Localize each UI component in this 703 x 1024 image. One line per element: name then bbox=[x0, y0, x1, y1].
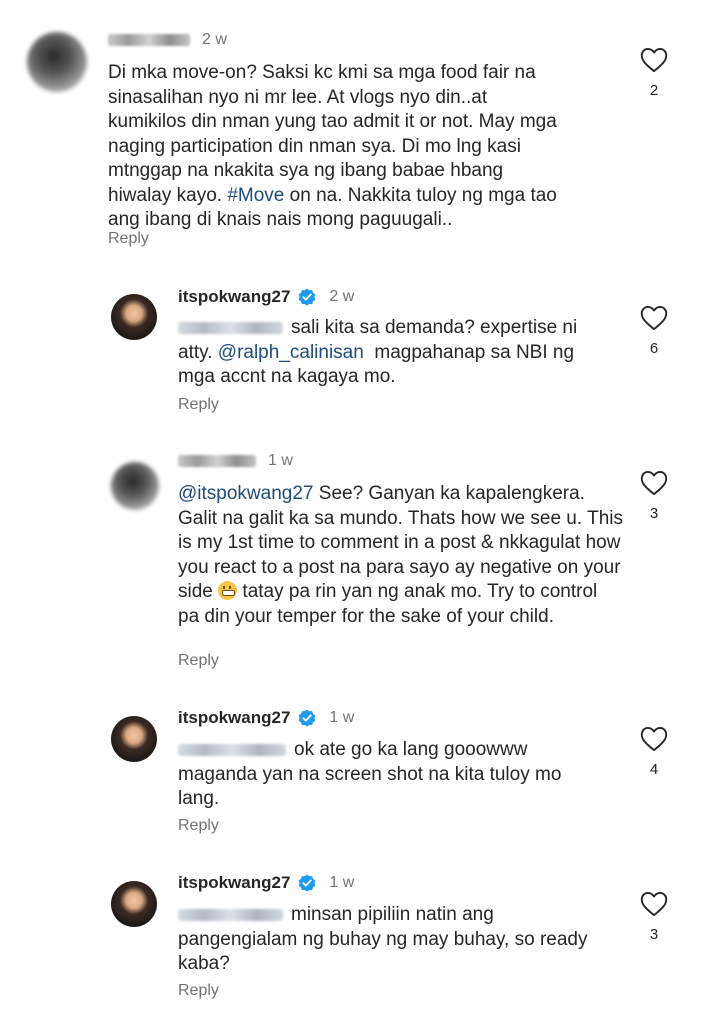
avatar[interactable] bbox=[111, 462, 159, 510]
like-button[interactable]: 6 bbox=[637, 305, 671, 357]
comment-4: itspokwang27 1 w ok ate go ka lang gooow… bbox=[0, 700, 703, 850]
heart-icon[interactable] bbox=[640, 726, 668, 752]
reply-button[interactable]: Reply bbox=[178, 396, 219, 414]
like-button[interactable]: 2 bbox=[637, 47, 671, 99]
username-redacted[interactable] bbox=[108, 34, 190, 46]
comment-text: sali kita sa demanda? expertise ni atty.… bbox=[178, 317, 578, 387]
comment-2: itspokwang27 2 w sali kita sa demanda? e… bbox=[0, 268, 703, 428]
heart-icon[interactable] bbox=[640, 891, 668, 917]
verified-badge-icon bbox=[297, 708, 317, 728]
reply-button[interactable]: Reply bbox=[178, 982, 219, 1000]
username[interactable]: itspokwang27 bbox=[178, 708, 290, 728]
timestamp: 1 w bbox=[329, 874, 355, 891]
like-count: 6 bbox=[649, 340, 659, 357]
heart-icon[interactable] bbox=[640, 47, 668, 73]
mention-redacted[interactable] bbox=[178, 743, 286, 756]
heart-icon[interactable] bbox=[640, 305, 668, 331]
comment-1: 2 w Di mka move-on? Saksi kc kmi sa mga … bbox=[0, 0, 703, 262]
reply-button[interactable]: Reply bbox=[178, 652, 219, 670]
reply-button[interactable]: Reply bbox=[178, 817, 219, 835]
timestamp: 1 w bbox=[329, 709, 355, 726]
comment-text: minsan pipiliin natin ang pangengialam n… bbox=[178, 904, 588, 974]
grimace-emoji-icon bbox=[218, 581, 238, 600]
comment-text: ok ate go ka lang gooowww maganda yan na… bbox=[178, 739, 562, 809]
comment-header: itspokwang27 1 w bbox=[178, 870, 354, 896]
timestamp: 2 w bbox=[329, 288, 355, 305]
avatar[interactable] bbox=[111, 881, 157, 927]
username[interactable]: itspokwang27 bbox=[178, 873, 290, 893]
like-button[interactable]: 3 bbox=[637, 470, 671, 522]
avatar[interactable] bbox=[111, 716, 157, 762]
heart-icon[interactable] bbox=[640, 470, 668, 496]
comment-3: 1 w @itspokwang27 See? Ganyan ka kapalen… bbox=[0, 440, 703, 680]
mention-redacted[interactable] bbox=[178, 321, 283, 334]
like-button[interactable]: 3 bbox=[637, 891, 671, 943]
like-count: 2 bbox=[649, 82, 659, 99]
like-button[interactable]: 4 bbox=[637, 726, 671, 778]
timestamp: 1 w bbox=[268, 452, 293, 469]
avatar[interactable] bbox=[111, 294, 157, 340]
like-count: 3 bbox=[649, 926, 659, 943]
like-count: 4 bbox=[649, 761, 659, 778]
reply-button[interactable]: Reply bbox=[108, 230, 149, 248]
comment-header: itspokwang27 1 w bbox=[178, 705, 354, 731]
comment-header: 2 w bbox=[108, 27, 227, 53]
username-redacted[interactable] bbox=[178, 455, 256, 467]
comment-5: itspokwang27 1 w minsan pipiliin natin a… bbox=[0, 865, 703, 1015]
hashtag-link[interactable]: #Move bbox=[227, 185, 284, 206]
mention-redacted[interactable] bbox=[178, 908, 283, 921]
like-count: 3 bbox=[649, 505, 659, 522]
comment-text: @itspokwang27 See? Ganyan ka kapalengker… bbox=[178, 483, 623, 627]
timestamp: 2 w bbox=[202, 31, 227, 48]
comment-header: 1 w bbox=[178, 448, 293, 474]
username[interactable]: itspokwang27 bbox=[178, 287, 290, 307]
mention-link[interactable]: @ralph_calinisan bbox=[218, 342, 364, 363]
comment-text: Di mka move-on? Saksi kc kmi sa mga food… bbox=[108, 62, 557, 230]
verified-badge-icon bbox=[297, 873, 317, 893]
verified-badge-icon bbox=[297, 287, 317, 307]
comment-header: itspokwang27 2 w bbox=[178, 284, 354, 310]
mention-link[interactable]: @itspokwang27 bbox=[178, 483, 313, 504]
avatar[interactable] bbox=[27, 32, 87, 92]
